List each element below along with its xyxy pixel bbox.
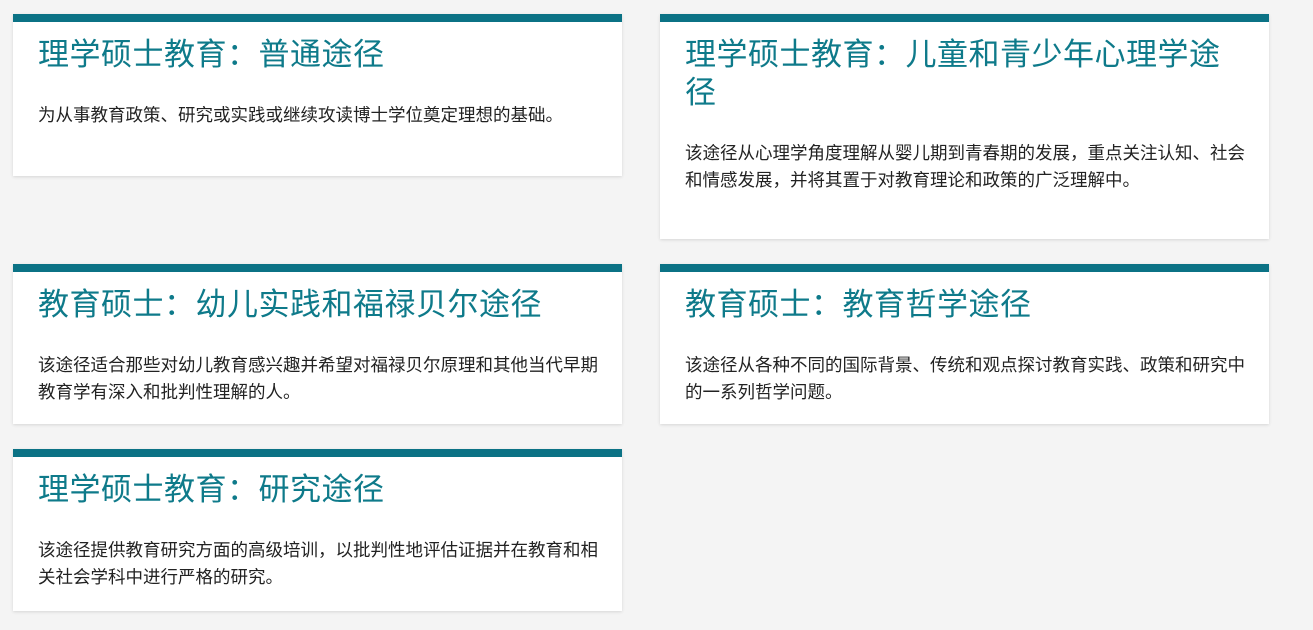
card-title[interactable]: 教育硕士：教育哲学途径 [685,286,1245,324]
pathway-card-research[interactable]: 理学硕士教育：研究途径 该途径提供教育研究方面的高级培训，以批判性地评估证据并在… [13,449,622,611]
card-description: 为从事教育政策、研究或实践或继续攻读博士学位奠定理想的基础。 [38,106,563,126]
card-description: 该途径提供教育研究方面的高级培训，以批判性地评估证据并在教育和相关社会学科中进行… [38,541,598,588]
pathway-card-early-years-froebel[interactable]: 教育硕士：幼儿实践和福禄贝尔途径 该途径适合那些对幼儿教育感兴趣并希望对福禄贝尔… [13,264,622,424]
pathways-grid: 理学硕士教育：普通途径 为从事教育政策、研究或实践或继续攻读博士学位奠定理想的基… [0,0,1313,630]
card-title[interactable]: 教育硕士：幼儿实践和福禄贝尔途径 [38,286,598,324]
card-title[interactable]: 理学硕士教育：儿童和青少年心理学途径 [685,36,1245,112]
card-description: 该途径从各种不同的国际背景、传统和观点探讨教育实践、政策和研究中的一系列哲学问题… [685,356,1245,403]
pathway-card-child-adolescent-psychology[interactable]: 理学硕士教育：儿童和青少年心理学途径 该途径从心理学角度理解从婴儿期到青春期的发… [660,14,1269,239]
card-description: 该途径适合那些对幼儿教育感兴趣并希望对福禄贝尔原理和其他当代早期教育学有深入和批… [38,356,598,403]
pathway-card-philosophy-of-education[interactable]: 教育硕士：教育哲学途径 该途径从各种不同的国际背景、传统和观点探讨教育实践、政策… [660,264,1269,424]
card-title[interactable]: 理学硕士教育：研究途径 [38,471,598,509]
pathway-card-general[interactable]: 理学硕士教育：普通途径 为从事教育政策、研究或实践或继续攻读博士学位奠定理想的基… [13,14,622,176]
card-title[interactable]: 理学硕士教育：普通途径 [38,36,598,74]
card-description: 该途径从心理学角度理解从婴儿期到青春期的发展，重点关注认知、社会和情感发展，并将… [685,144,1245,191]
